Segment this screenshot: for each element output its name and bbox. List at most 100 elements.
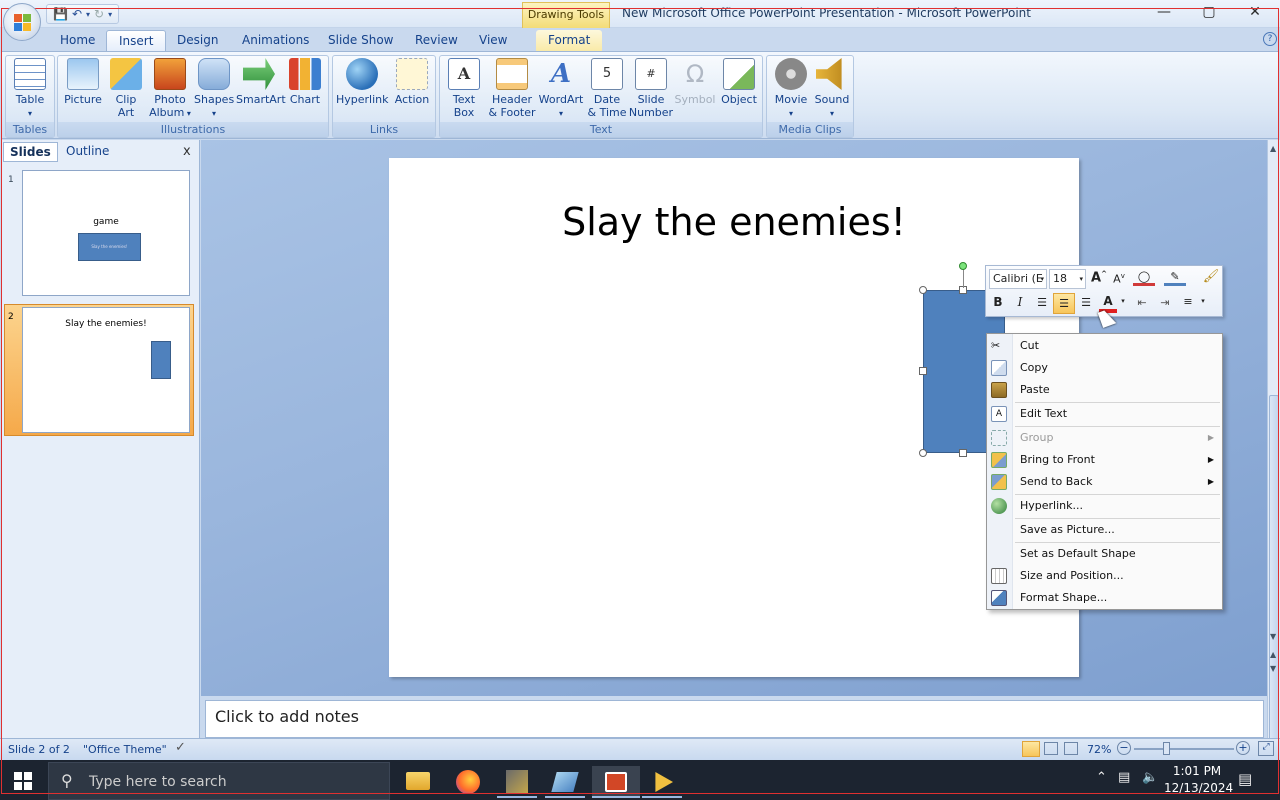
sound-button[interactable]: Sound ▾ bbox=[813, 58, 851, 120]
menu-item-edit-text[interactable]: A Edit Text bbox=[987, 403, 1222, 425]
spell-check-icon[interactable]: ✓ bbox=[175, 740, 186, 755]
clip-art-button[interactable]: Clip Art bbox=[108, 58, 144, 119]
decrease-indent-icon[interactable]: ⇤ bbox=[1133, 296, 1151, 309]
hyperlink-button[interactable]: Hyperlink bbox=[336, 58, 389, 106]
scroll-up-icon[interactable]: ▲ bbox=[1270, 144, 1276, 153]
rotate-handle[interactable] bbox=[959, 262, 967, 270]
fit-to-window-icon[interactable]: ⤢ bbox=[1258, 741, 1274, 756]
symbol-button[interactable]: Ω Symbol bbox=[674, 58, 716, 106]
line-color-icon[interactable]: ✎ bbox=[1164, 270, 1186, 286]
resize-handle[interactable] bbox=[919, 367, 927, 375]
tab-format[interactable]: Format bbox=[536, 30, 603, 51]
text-box-button[interactable]: A Text Box bbox=[444, 58, 484, 119]
menu-item-save-as-picture[interactable]: Save as Picture... bbox=[987, 519, 1222, 541]
object-button[interactable]: Object bbox=[718, 58, 760, 106]
zoom-level[interactable]: 72% bbox=[1087, 743, 1111, 756]
network-icon[interactable]: ▤ bbox=[1118, 770, 1130, 785]
bullets-dropdown-icon[interactable]: ▾ bbox=[1198, 297, 1208, 305]
date-time-button[interactable]: 5 Date & Time bbox=[586, 58, 628, 119]
increase-indent-icon[interactable]: ⇥ bbox=[1156, 296, 1174, 309]
slide-show-view-icon[interactable] bbox=[1064, 742, 1078, 755]
font-size-box[interactable]: 18 ▾ bbox=[1049, 269, 1086, 289]
menu-item-group[interactable]: Group ▶ bbox=[987, 427, 1222, 449]
zoom-in-icon[interactable]: + bbox=[1236, 741, 1250, 755]
tab-animations[interactable]: Animations bbox=[230, 30, 321, 51]
menu-item-hyperlink[interactable]: Hyperlink... bbox=[987, 495, 1222, 517]
shrink-font-icon[interactable]: Av bbox=[1111, 272, 1127, 286]
customize-qat-icon[interactable]: ▾ bbox=[108, 10, 112, 19]
menu-item-bring-to-front[interactable]: Bring to Front ▶ bbox=[987, 449, 1222, 471]
action-button[interactable]: Action bbox=[391, 58, 433, 106]
resize-handle[interactable] bbox=[919, 286, 927, 294]
align-left-icon[interactable]: ☰ bbox=[1033, 296, 1051, 309]
tab-home[interactable]: Home bbox=[48, 30, 107, 51]
undo-dropdown-icon[interactable]: ▾ bbox=[86, 10, 90, 19]
tray-chevron-icon[interactable]: ⌃ bbox=[1096, 770, 1107, 785]
help-icon[interactable]: ? bbox=[1263, 32, 1277, 46]
movie-button[interactable]: Movie ▾ bbox=[771, 58, 811, 120]
notification-icon[interactable]: ▤ bbox=[1238, 770, 1252, 788]
header-footer-button[interactable]: Header & Footer bbox=[486, 58, 538, 119]
office-button[interactable] bbox=[3, 3, 41, 41]
photo-album-button[interactable]: Photo Album ▾ bbox=[148, 58, 192, 120]
tab-insert[interactable]: Insert bbox=[106, 30, 167, 51]
italic-button[interactable]: I bbox=[1012, 295, 1028, 309]
undo-icon[interactable]: ↶ bbox=[72, 7, 82, 21]
slide-title[interactable]: Slay the enemies! bbox=[389, 200, 1079, 244]
format-painter-icon[interactable]: 🖌 bbox=[1202, 269, 1220, 284]
resize-handle[interactable] bbox=[959, 449, 967, 457]
normal-view-icon[interactable] bbox=[1022, 741, 1040, 757]
zoom-slider-thumb[interactable] bbox=[1163, 742, 1170, 755]
tab-view[interactable]: View bbox=[467, 30, 519, 51]
menu-item-format-shape[interactable]: Format Shape... bbox=[987, 587, 1222, 609]
zoom-slider[interactable] bbox=[1134, 748, 1234, 750]
tab-slides[interactable]: Slides bbox=[3, 142, 58, 162]
close-button[interactable]: ✕ bbox=[1243, 4, 1267, 20]
maximize-button[interactable]: ▢ bbox=[1197, 4, 1221, 20]
slide-thumbnail-2[interactable]: Slay the enemies! bbox=[22, 307, 190, 433]
wordart-button[interactable]: A WordArt ▾ bbox=[538, 58, 584, 120]
app-icon-1[interactable] bbox=[497, 766, 537, 798]
minimize-button[interactable]: — bbox=[1152, 4, 1176, 20]
align-right-icon[interactable]: ☰ bbox=[1077, 296, 1095, 309]
powerpoint-taskbar-icon[interactable] bbox=[592, 766, 640, 798]
resize-handle[interactable] bbox=[919, 449, 927, 457]
shapes-button[interactable]: Shapes ▾ bbox=[194, 58, 234, 120]
save-icon[interactable]: 💾 bbox=[53, 7, 68, 21]
notes-pane[interactable]: Click to add notes bbox=[205, 700, 1264, 738]
vertical-scrollbar[interactable]: ▲ ▼ ▲ ▼ bbox=[1267, 140, 1280, 765]
windows-start-icon[interactable] bbox=[14, 772, 32, 790]
volume-icon[interactable]: 🔈 bbox=[1142, 770, 1158, 785]
font-color-dropdown-icon[interactable]: ▾ bbox=[1118, 297, 1128, 305]
tab-review[interactable]: Review bbox=[403, 30, 470, 51]
menu-item-size-position[interactable]: Size and Position... bbox=[987, 565, 1222, 587]
bold-button[interactable]: B bbox=[990, 295, 1006, 309]
slide-sorter-icon[interactable] bbox=[1044, 742, 1058, 755]
app-icon-3[interactable] bbox=[642, 766, 682, 798]
font-name-box[interactable]: Calibri (E ▾ bbox=[989, 269, 1047, 289]
zoom-out-icon[interactable]: − bbox=[1117, 741, 1131, 755]
picture-button[interactable]: Picture bbox=[62, 58, 104, 106]
scroll-down-icon[interactable]: ▼ bbox=[1270, 632, 1276, 641]
clock-time[interactable]: 1:01 PM bbox=[1170, 764, 1224, 778]
fill-color-icon[interactable]: ◯ bbox=[1133, 270, 1155, 286]
scroll-thumb[interactable] bbox=[1269, 395, 1279, 765]
chart-button[interactable]: Chart bbox=[286, 58, 324, 106]
app-icon-2[interactable] bbox=[545, 766, 585, 798]
clock-date[interactable]: 12/13/2024 bbox=[1164, 781, 1233, 795]
menu-item-cut[interactable]: ✂ Cut bbox=[987, 335, 1222, 357]
close-pane-icon[interactable]: x bbox=[183, 144, 191, 159]
firefox-icon[interactable] bbox=[448, 766, 488, 798]
theme-name[interactable]: "Office Theme" bbox=[83, 743, 167, 756]
bullets-icon[interactable]: ≡ bbox=[1179, 295, 1197, 308]
align-center-icon[interactable]: ☰ bbox=[1053, 293, 1075, 314]
menu-item-copy[interactable]: Copy bbox=[987, 357, 1222, 379]
slide-thumbnail-1[interactable]: game Slay the enemies! bbox=[22, 170, 190, 296]
grow-font-icon[interactable]: A^ bbox=[1090, 270, 1108, 285]
next-slide-icon[interactable]: ▼ bbox=[1270, 664, 1276, 673]
menu-item-set-default-shape[interactable]: Set as Default Shape bbox=[987, 543, 1222, 565]
slide-number-button[interactable]: # Slide Number bbox=[628, 58, 674, 119]
tab-design[interactable]: Design bbox=[165, 30, 230, 51]
table-button[interactable]: Table ▾ bbox=[12, 58, 48, 120]
prev-slide-icon[interactable]: ▲ bbox=[1270, 650, 1276, 659]
